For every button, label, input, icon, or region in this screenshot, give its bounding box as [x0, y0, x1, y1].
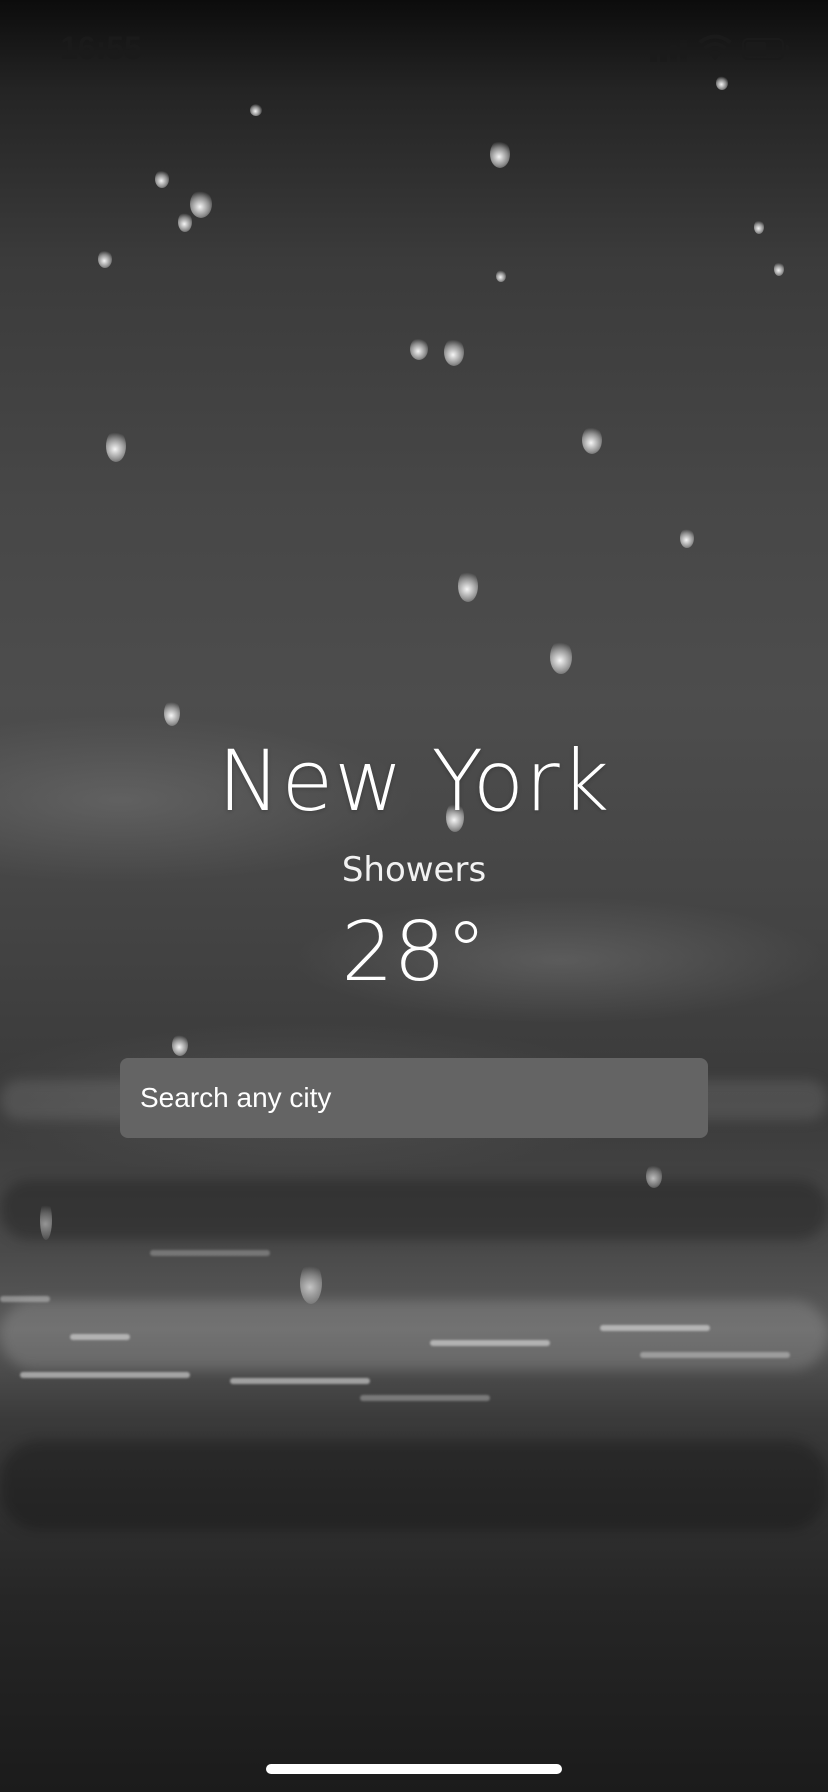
- weather-condition: Showers: [341, 850, 487, 890]
- home-indicator[interactable]: [266, 1764, 562, 1774]
- cellular-signal-icon: [650, 38, 690, 62]
- app-screen: 16:55 New York Showers 28°: [0, 0, 828, 1792]
- city-search-box[interactable]: [120, 1058, 708, 1138]
- city-name: New York: [217, 732, 611, 830]
- city-search-input[interactable]: [140, 1082, 688, 1114]
- status-bar: 16:55: [0, 0, 828, 96]
- temperature-value: 28°: [341, 905, 487, 1000]
- status-time: 16:55: [60, 30, 142, 66]
- wifi-icon: [698, 34, 732, 62]
- battery-icon: [742, 38, 790, 62]
- rain-background-image: [0, 0, 828, 1792]
